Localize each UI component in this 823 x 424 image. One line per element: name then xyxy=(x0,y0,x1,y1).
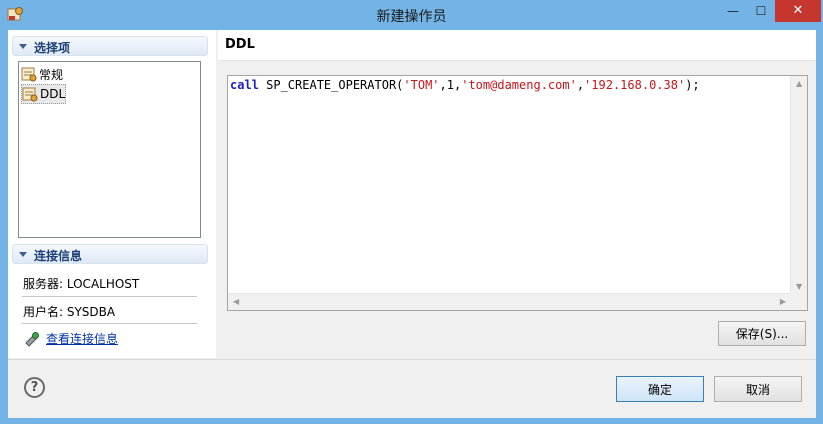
dialog-body: 选择项 常规 DDL 连接信息 服务器: LOCALHOST 用户名: SYSD… xyxy=(8,30,816,418)
help-icon[interactable]: ? xyxy=(24,377,45,398)
page-title: DDL xyxy=(225,37,255,52)
vertical-scrollbar[interactable]: ▲ ▼ xyxy=(790,76,807,294)
footer-divider xyxy=(8,359,816,360)
ddl-code: call SP_CREATE_OPERATOR('TOM',1,'tom@dam… xyxy=(230,78,700,92)
connection-icon xyxy=(25,331,39,347)
right-pane: DDL call SP_CREATE_OPERATOR('TOM',1,'tom… xyxy=(218,30,816,358)
collapse-icon xyxy=(19,252,27,257)
window-title: 新建操作员 xyxy=(376,9,447,25)
divider xyxy=(22,323,197,324)
view-connection-link[interactable]: 查看连接信息 xyxy=(24,330,118,347)
page-icon xyxy=(22,87,38,102)
collapse-icon xyxy=(19,44,27,49)
ok-button[interactable]: 确定 xyxy=(616,376,704,402)
view-connection-label: 查看连接信息 xyxy=(46,332,119,346)
scroll-down-icon[interactable]: ▼ xyxy=(796,282,802,291)
save-button[interactable]: 保存(S)... xyxy=(718,321,806,346)
maximize-button[interactable]: ☐ xyxy=(748,0,774,22)
code-sep: ,1, xyxy=(439,78,462,92)
code-string: 'tom@dameng.com' xyxy=(461,78,577,92)
options-section-header[interactable]: 选择项 xyxy=(12,36,208,56)
options-header-label: 选择项 xyxy=(34,41,71,55)
cancel-button[interactable]: 取消 xyxy=(714,376,802,402)
scrollbar-corner xyxy=(790,293,807,310)
code-sep: , xyxy=(576,78,585,92)
page-icon xyxy=(21,67,37,82)
ddl-header: DDL xyxy=(218,30,816,61)
dialog-window: 新建操作员 — ☐ ✕ 选择项 常规 DDL 连接信息 服务器: LOCALHO… xyxy=(0,0,823,424)
title-bar[interactable]: 新建操作员 — ☐ ✕ xyxy=(0,0,823,30)
code-string: 'TOM' xyxy=(403,78,440,92)
code-proc: SP_CREATE_OPERATOR( xyxy=(258,78,404,92)
connection-header-label: 连接信息 xyxy=(34,249,83,263)
connection-section-header[interactable]: 连接信息 xyxy=(12,244,208,264)
options-tree: 常规 DDL xyxy=(18,61,201,238)
left-pane: 选择项 常规 DDL 连接信息 服务器: LOCALHOST 用户名: SYSD… xyxy=(8,30,216,358)
tree-item-general[interactable]: 常规 xyxy=(21,64,63,84)
code-end: ); xyxy=(685,78,700,92)
tree-item-ddl[interactable]: DDL xyxy=(21,84,67,104)
close-button[interactable]: ✕ xyxy=(775,0,821,22)
tree-item-label: 常规 xyxy=(39,67,64,82)
horizontal-scrollbar[interactable]: ◀ ▶ xyxy=(228,293,791,310)
minimize-button[interactable]: — xyxy=(718,0,748,22)
code-keyword: call xyxy=(230,78,259,92)
server-info: 服务器: LOCALHOST xyxy=(23,277,140,291)
code-string: '192.168.0.38' xyxy=(584,78,686,92)
scroll-left-icon[interactable]: ◀ xyxy=(233,297,239,306)
scroll-right-icon[interactable]: ▶ xyxy=(780,297,786,306)
user-info: 用户名: SYSDBA xyxy=(23,305,116,319)
tree-item-label: DDL xyxy=(40,87,66,101)
divider xyxy=(22,296,197,297)
ddl-editor[interactable]: call SP_CREATE_OPERATOR('TOM',1,'tom@dam… xyxy=(227,75,808,311)
scroll-up-icon[interactable]: ▲ xyxy=(796,79,802,88)
